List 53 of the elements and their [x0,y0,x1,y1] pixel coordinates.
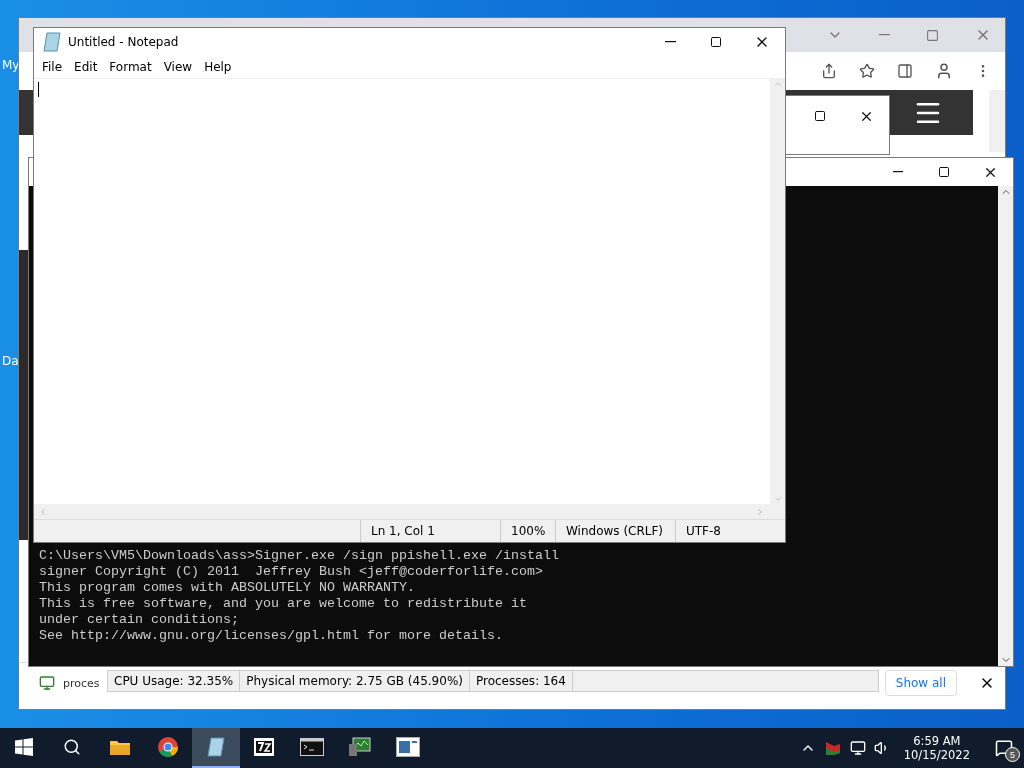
minimize-icon [664,41,676,43]
notepad-icon [206,736,226,758]
status-text: Processes: 164 [469,671,573,691]
terminal-icon [300,738,324,756]
show-all-button[interactable]: Show all [884,670,957,696]
menu-item[interactable]: Edit [68,58,104,76]
console-line: This program comes with ABSOLUTELY NO WARRANTY. [39,580,416,596]
maximize-icon [814,110,826,122]
maximize-icon[interactable] [926,28,939,42]
console-line: signer Copyright (C) 2011 Jeffrey Bush <jeff@coderforlife.com> [39,564,544,580]
folder-icon [109,738,131,756]
maximize-icon [938,166,950,178]
notification-count: 5 [1005,747,1020,762]
console-line: This is free software, and you are welcome to redistribute it [39,596,528,612]
status-text: Ln 1, Col 1 [360,520,500,542]
status-text: Windows (CRLF) [555,520,675,542]
status-text: UTF-8 [675,520,785,542]
scrollbar [989,90,1005,152]
notification-icon [995,739,1013,757]
desktop-icon-label: My [2,58,20,72]
window-icon [396,737,420,757]
console-line: under certain conditions; [39,612,240,628]
menu-item[interactable]: File [36,58,69,76]
monitor-icon [348,736,372,758]
bookmark-star-icon[interactable] [859,63,875,79]
status-text: Physical memory: 2.75 GB (45.90%) [240,671,470,691]
network-icon[interactable] [849,740,866,756]
minimize-icon [879,34,890,36]
window-title: Untitled - Notepad [68,35,180,49]
minimize-icon [893,171,903,173]
clock[interactable]: 6:59 AM 10/15/2022 [897,734,976,762]
side-panel-icon[interactable] [897,63,913,79]
time-text: 6:59 AM [913,734,961,748]
chrome-icon [157,736,179,758]
menu-item[interactable]: Format [103,58,158,76]
date-text: 10/15/2022 [903,748,970,762]
archive-icon [253,737,275,757]
download-item-name[interactable]: proces [63,676,100,690]
menu-item[interactable]: Help [198,58,238,76]
notepad-icon [42,31,62,53]
notifications-button[interactable]: 5 [984,728,1024,768]
share-icon[interactable] [821,63,837,79]
maximize-icon [710,36,722,48]
search-icon [63,738,81,756]
console-line: See http://www.gnu.org/licenses/gpl.html for more details. [39,628,504,644]
status-text: CPU Usage: 32.35% [108,671,241,691]
desktop-icon-label: Da [2,354,19,368]
profile-icon[interactable] [935,62,953,80]
windows-logo-icon [15,738,33,756]
console-line: C:\Users\VM5\Downloads\ass>Signer.exe /sign ppishell.exe /install [39,548,560,564]
status-text: 100% [500,520,555,542]
flag-icon[interactable] [823,740,842,756]
menu-item[interactable]: View [157,58,199,76]
